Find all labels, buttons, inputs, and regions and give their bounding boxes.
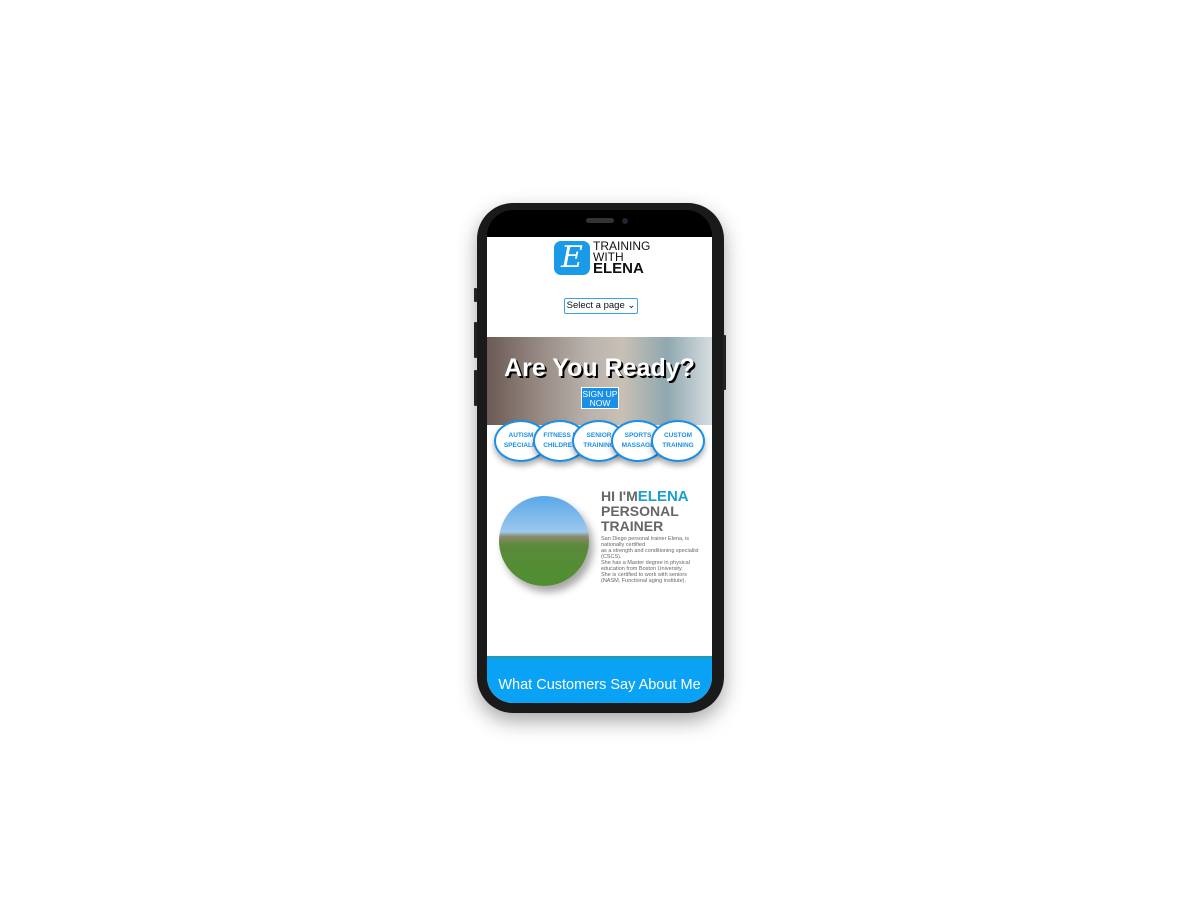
- about-bio: San Diego personal trainer Elena, is nat…: [601, 536, 699, 584]
- service-custom-training[interactable]: CUSTOM TRAINING: [651, 420, 705, 462]
- about-heading: HI I'MELENA PERSONAL TRAINER: [601, 489, 689, 534]
- phone-speaker: [586, 218, 614, 223]
- logo-line3: ELENA: [593, 260, 644, 277]
- site-logo[interactable]: E TRAINING WITH ELENA: [554, 240, 650, 277]
- phone-camera: [622, 218, 628, 224]
- signup-button[interactable]: SIGN UP NOW: [581, 387, 619, 409]
- testimonials-title: What Customers Say About Me: [498, 677, 701, 693]
- hi-text: HI I'M: [601, 488, 638, 504]
- testimonials-section: What Customers Say About Me: [487, 656, 712, 703]
- phone-volume-down: [474, 370, 477, 406]
- logo-text: TRAINING WITH ELENA: [593, 240, 650, 277]
- phone-top-bezel: [487, 210, 712, 237]
- logo-badge: E: [554, 241, 590, 275]
- role-line2: TRAINER: [601, 518, 664, 534]
- hero-title: Are You Ready?: [504, 354, 695, 382]
- phone-mute-button: [474, 288, 477, 302]
- phone-power-button: [723, 335, 726, 390]
- screen: E TRAINING WITH ELENA Select a page ⌄ Ar…: [487, 237, 712, 703]
- hero-banner: Are You Ready? SIGN UP NOW: [487, 337, 712, 425]
- elena-photo: [499, 496, 589, 586]
- phone-volume-up: [474, 322, 477, 358]
- page-select[interactable]: Select a page ⌄: [564, 298, 638, 314]
- role-line1: PERSONAL: [601, 503, 679, 519]
